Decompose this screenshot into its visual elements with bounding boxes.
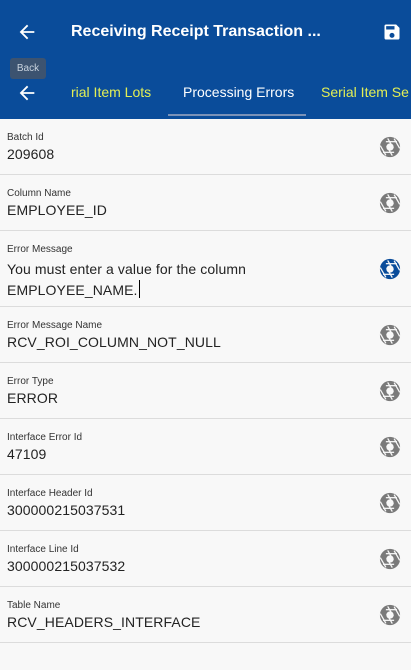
field-row-error-message: Error Message You must enter a value for…	[0, 231, 411, 307]
field-value: 300000215037532	[7, 558, 126, 574]
tab-bar: rial Item Lots Processing Errors Serial …	[0, 66, 411, 119]
camera-aperture-icon[interactable]	[379, 192, 401, 214]
field-label: Interface Header Id	[7, 488, 93, 499]
field-row-interface-line-id: Interface Line Id 300000215037532	[0, 531, 411, 587]
save-button[interactable]	[379, 19, 405, 45]
tab-serial-item-lots[interactable]: rial Item Lots	[71, 84, 151, 100]
field-value: RCV_ROI_COLUMN_NOT_NULL	[7, 334, 221, 350]
field-value: ERROR	[7, 390, 59, 406]
field-label: Batch Id	[7, 132, 44, 143]
field-row-table-name: Table Name RCV_HEADERS_INTERFACE	[0, 587, 411, 643]
field-label: Error Message	[7, 244, 73, 255]
camera-aperture-icon[interactable]	[379, 324, 401, 346]
back-button[interactable]	[12, 17, 42, 47]
field-list: Batch Id 209608 Column Name EMPLOYEE_ID …	[0, 119, 411, 643]
field-label: Column Name	[7, 188, 71, 199]
page-title: Receiving Receipt Transaction ...	[71, 23, 321, 40]
back-tooltip: Back	[10, 58, 46, 79]
app-header: Receiving Receipt Transaction ... rial I…	[0, 0, 411, 119]
tab-serial-item-serials[interactable]: Serial Item Se	[321, 84, 409, 100]
camera-aperture-icon[interactable]	[379, 492, 401, 514]
text-cursor	[138, 280, 140, 298]
arrow-left-icon	[19, 85, 35, 101]
field-value: EMPLOYEE_ID	[7, 202, 107, 218]
field-row-error-type: Error Type ERROR	[0, 363, 411, 419]
field-label: Interface Line Id	[7, 544, 79, 555]
arrow-left-icon	[19, 24, 35, 40]
field-value: You must enter a value for the column EM…	[7, 261, 246, 298]
field-value: 209608	[7, 146, 55, 162]
field-value: RCV_HEADERS_INTERFACE	[7, 614, 201, 630]
field-row-column-name: Column Name EMPLOYEE_ID	[0, 175, 411, 231]
camera-aperture-icon[interactable]	[379, 136, 401, 158]
field-row-batch-id: Batch Id 209608	[0, 119, 411, 175]
field-row-interface-error-id: Interface Error Id 47109	[0, 419, 411, 475]
camera-aperture-icon[interactable]	[379, 258, 401, 280]
floppy-disk-icon	[384, 24, 400, 40]
active-tab-indicator	[168, 114, 306, 116]
field-value: 300000215037531	[7, 502, 126, 518]
tab-processing-errors[interactable]: Processing Errors	[183, 84, 294, 100]
top-bar: Receiving Receipt Transaction ...	[0, 0, 411, 66]
field-label: Table Name	[7, 600, 61, 611]
camera-aperture-icon[interactable]	[379, 548, 401, 570]
field-label: Interface Error Id	[7, 432, 83, 443]
camera-aperture-icon[interactable]	[379, 436, 401, 458]
field-row-interface-header-id: Interface Header Id 300000215037531	[0, 475, 411, 531]
field-label: Error Type	[7, 376, 54, 387]
field-value: 47109	[7, 446, 47, 462]
field-label: Error Message Name	[7, 320, 103, 331]
tab-back-button[interactable]	[12, 78, 42, 108]
field-value-wrapper: You must enter a value for the column EM…	[7, 259, 337, 301]
field-row-error-message-name: Error Message Name RCV_ROI_COLUMN_NOT_NU…	[0, 307, 411, 363]
camera-aperture-icon[interactable]	[379, 380, 401, 402]
camera-aperture-icon[interactable]	[379, 604, 401, 626]
